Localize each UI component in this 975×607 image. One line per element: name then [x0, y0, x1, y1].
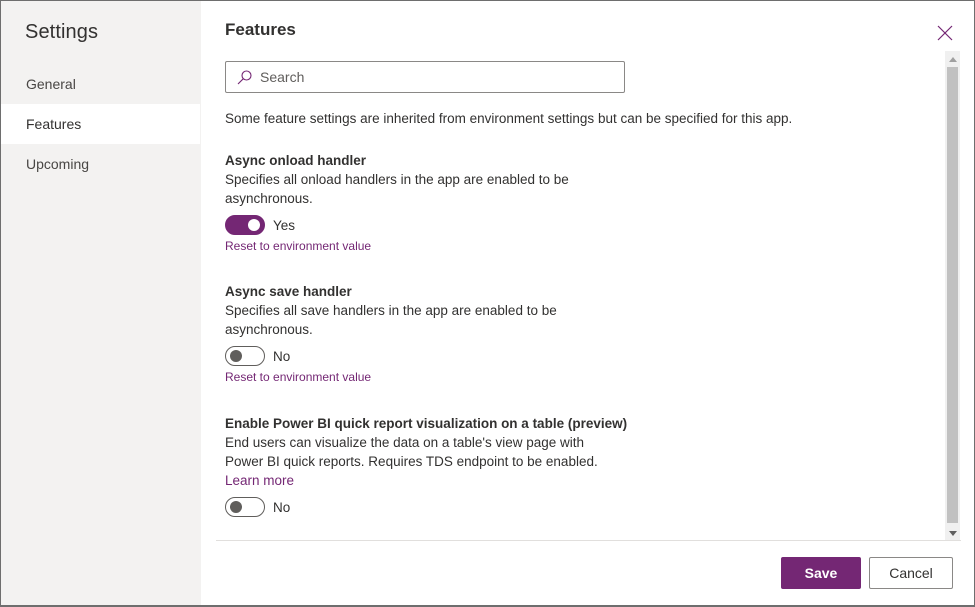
toggle-knob	[230, 350, 242, 362]
arrow-down-icon	[948, 530, 957, 536]
toggle-knob	[230, 501, 242, 513]
toggle-knob	[248, 219, 260, 231]
search-icon	[237, 69, 252, 84]
features-panel: Features Some feature settings are inher…	[201, 1, 974, 605]
feature-title: Enable Power BI quick report visualizati…	[225, 416, 628, 431]
sidebar-nav: General Features Upcoming	[1, 64, 200, 184]
vertical-scrollbar[interactable]	[945, 51, 960, 541]
sidebar-item-general[interactable]: General	[1, 64, 200, 104]
async-save-toggle[interactable]	[225, 346, 265, 366]
scroll-up-button[interactable]	[945, 51, 960, 67]
feature-description: End users can visualize the data on a ta…	[225, 433, 625, 490]
close-button[interactable]	[934, 22, 956, 44]
reset-to-environment-link[interactable]: Reset to environment value	[225, 370, 645, 384]
search-input[interactable]	[260, 69, 600, 85]
feature-async-onload: Async onload handler Specifies all onloa…	[225, 151, 645, 253]
feature-title: Async onload handler	[225, 153, 367, 168]
feature-description: Specifies all onload handlers in the app…	[225, 172, 569, 206]
close-icon	[937, 25, 953, 41]
toggle-row: No	[225, 346, 645, 366]
settings-sidebar: Settings General Features Upcoming	[1, 1, 201, 605]
feature-power-bi-quick-report: Enable Power BI quick report visualizati…	[225, 414, 665, 517]
sidebar-item-label: Features	[26, 116, 82, 132]
sidebar-item-label: Upcoming	[26, 156, 90, 172]
feature-async-save: Async save handler Specifies all save ha…	[225, 282, 645, 384]
feature-title: Async save handler	[225, 284, 352, 299]
scrollbar-thumb[interactable]	[947, 67, 958, 523]
scroll-down-button[interactable]	[945, 525, 960, 541]
toggle-state-label: No	[273, 499, 291, 515]
cancel-button[interactable]: Cancel	[869, 557, 953, 589]
reset-to-environment-link[interactable]: Reset to environment value	[225, 239, 645, 253]
toggle-row: Yes	[225, 215, 645, 235]
page-title: Features	[225, 20, 296, 39]
toggle-state-label: No	[273, 348, 291, 364]
footer-divider	[216, 540, 961, 541]
sidebar-item-label: General	[26, 76, 76, 92]
learn-more-link[interactable]: Learn more	[225, 473, 294, 488]
intro-text: Some feature settings are inherited from…	[225, 111, 793, 126]
sidebar-item-upcoming[interactable]: Upcoming	[1, 144, 200, 184]
toggle-row: No	[225, 497, 665, 517]
search-box[interactable]	[225, 61, 625, 93]
power-bi-toggle[interactable]	[225, 497, 265, 517]
toggle-state-label: Yes	[273, 217, 296, 233]
async-onload-toggle[interactable]	[225, 215, 265, 235]
save-button[interactable]: Save	[781, 557, 861, 589]
feature-description: Specifies all save handlers in the app a…	[225, 303, 557, 337]
arrow-up-icon	[948, 56, 957, 62]
settings-dialog: Settings General Features Upcoming Featu…	[1, 1, 974, 605]
sidebar-item-features[interactable]: Features	[1, 104, 200, 144]
sidebar-title: Settings	[25, 21, 99, 43]
feature-description-text: End users can visualize the data on a ta…	[225, 435, 598, 469]
